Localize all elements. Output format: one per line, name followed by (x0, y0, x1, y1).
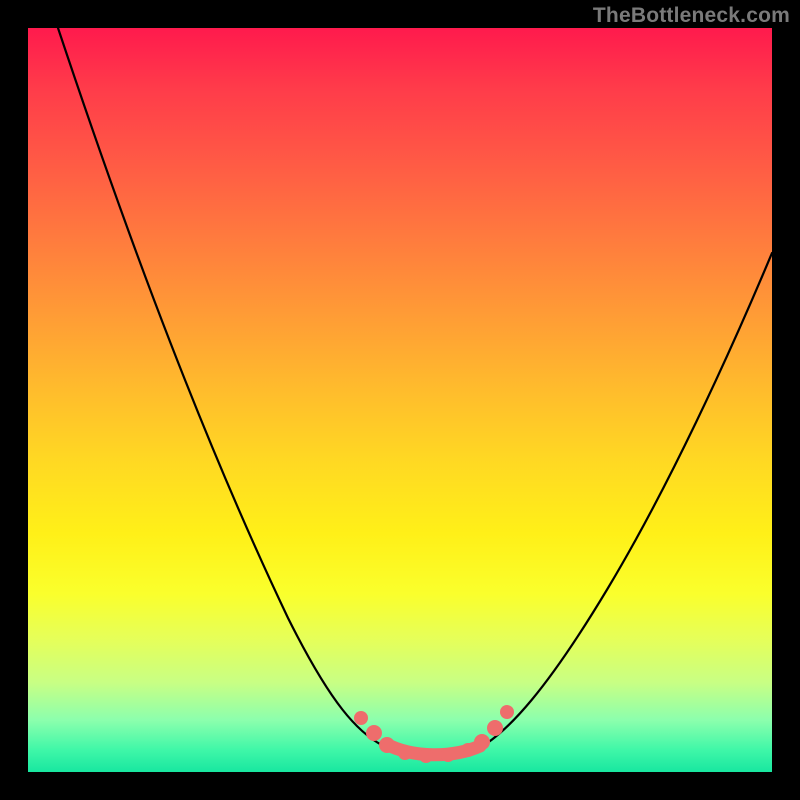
valley-marker (487, 720, 503, 736)
valley-marker (379, 737, 395, 753)
plot-area (28, 28, 772, 772)
curve-layer (28, 28, 772, 772)
curve-left-branch (58, 28, 393, 750)
valley-marker (398, 746, 412, 760)
valley-marker (474, 734, 490, 750)
valley-marker (366, 725, 382, 741)
valley-marker (461, 743, 475, 757)
valley-marker (354, 711, 368, 725)
valley-marker (419, 749, 433, 763)
curve-right-branch (476, 253, 772, 750)
valley-marker (441, 748, 455, 762)
watermark-text: TheBottleneck.com (593, 4, 790, 28)
valley-marker (500, 705, 514, 719)
chart-frame: TheBottleneck.com (0, 0, 800, 800)
